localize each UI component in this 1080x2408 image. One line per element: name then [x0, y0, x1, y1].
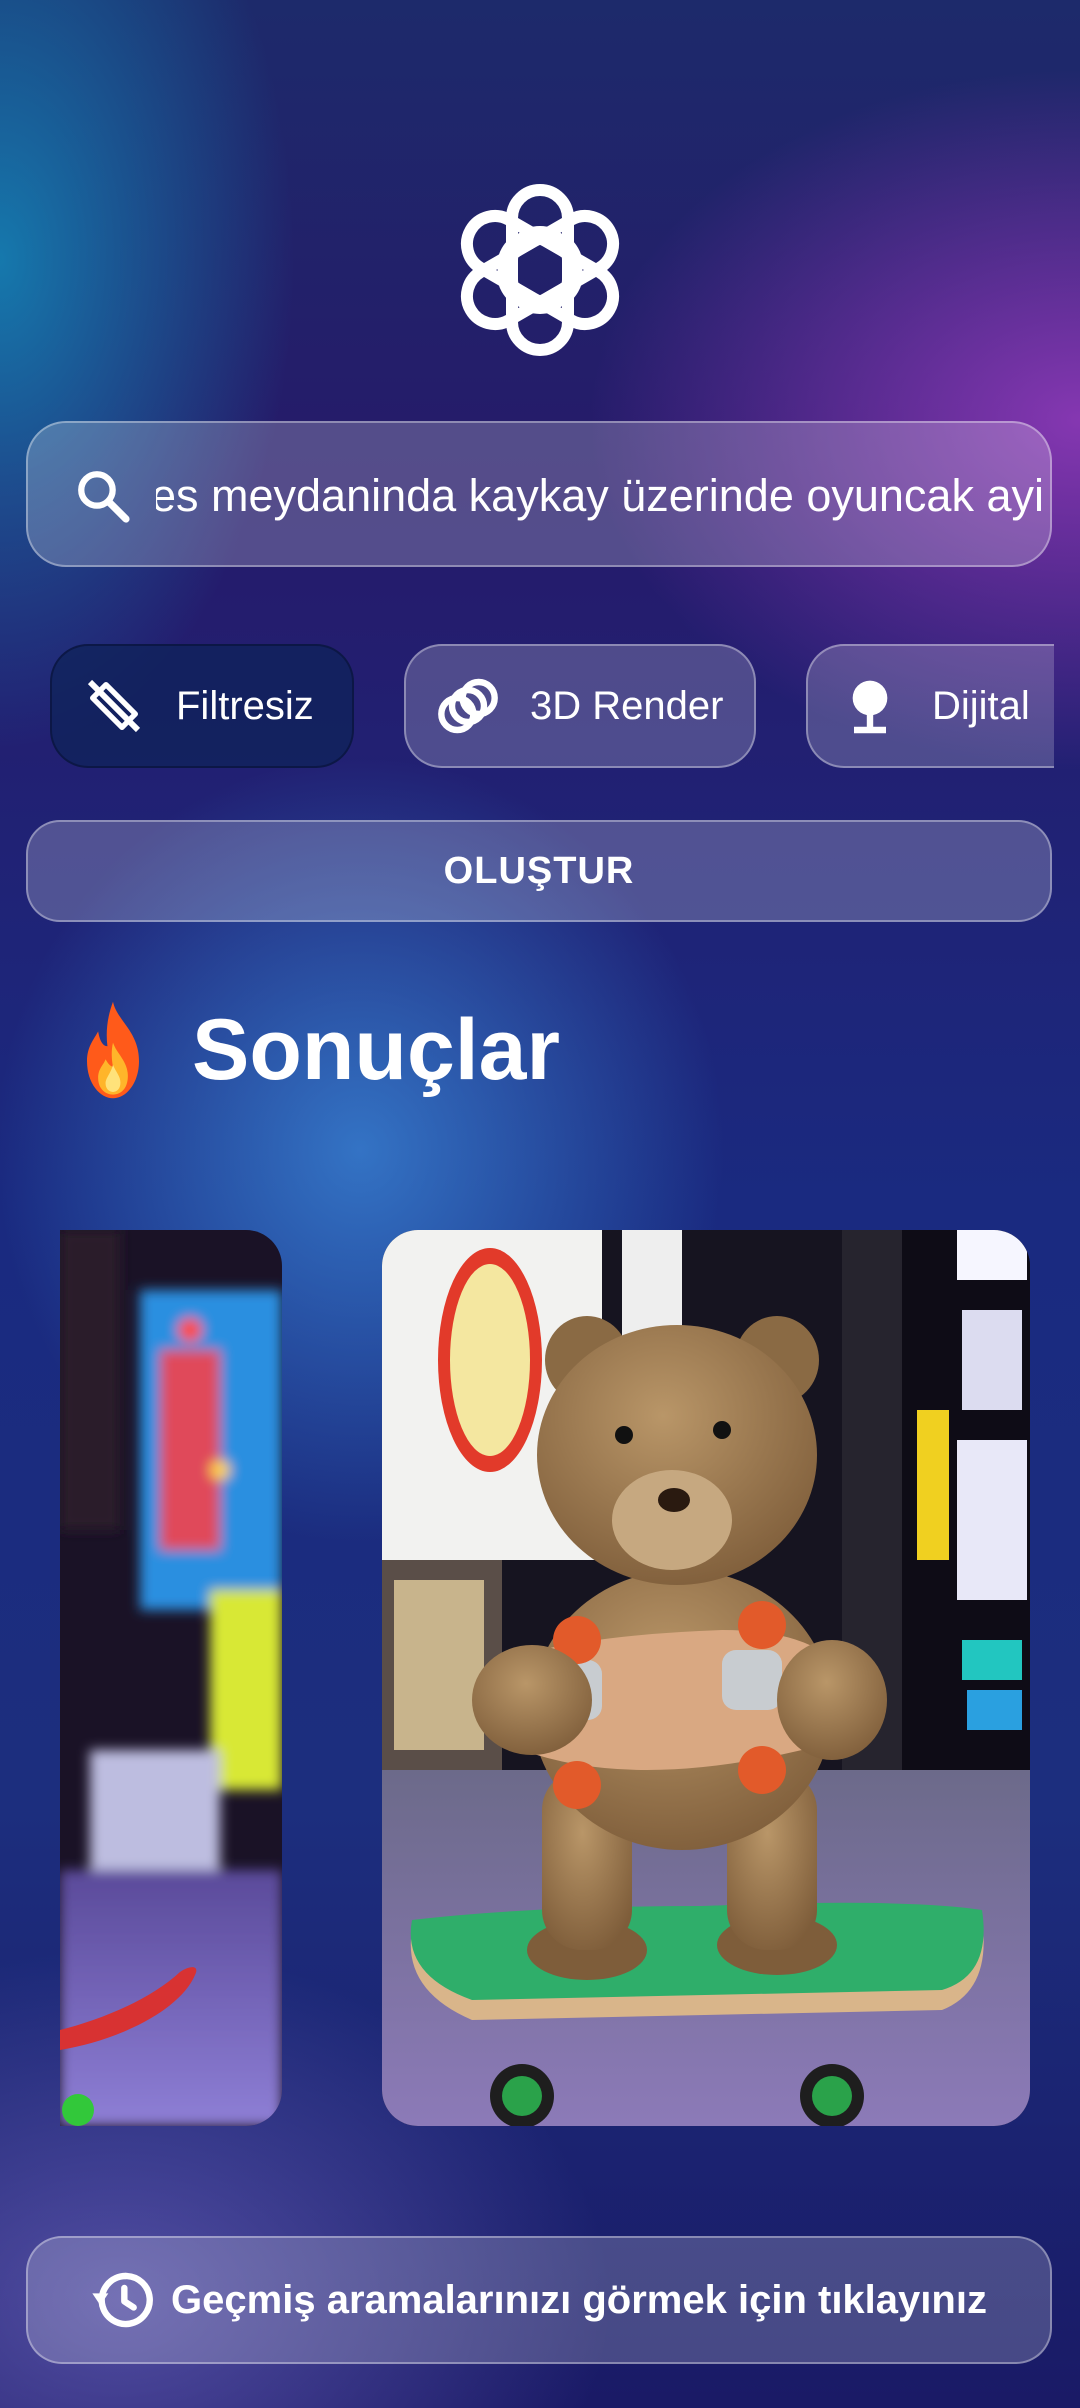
results-header: Sonuçlar — [68, 990, 560, 1110]
style-chip-3d-render[interactable]: 3D Render — [404, 644, 756, 768]
skateboard-city-image — [60, 1230, 282, 2126]
rings-icon — [438, 678, 498, 734]
style-chip-label: Dijital — [932, 683, 1030, 728]
result-image-card[interactable] — [382, 1230, 1030, 2126]
result-image-card-previous[interactable] — [60, 1230, 282, 2126]
style-chip-dijital[interactable]: Dijital — [806, 644, 1054, 768]
teddy-bear-skateboard-image — [382, 1230, 1030, 2126]
style-chip-label: Filtresiz — [176, 683, 314, 728]
prompt-search-bar[interactable]: Times meydaninda kaykay üzerinde oyuncak… — [26, 421, 1052, 567]
style-chip-filtresiz[interactable]: Filtresiz — [50, 644, 354, 768]
pin-icon — [852, 680, 888, 734]
create-button[interactable]: OLUŞTUR — [26, 820, 1052, 922]
app-logo — [460, 184, 620, 356]
style-chip-row: Filtresiz 3D Render Dijital — [50, 644, 1054, 772]
results-title: Sonuçlar — [192, 1001, 560, 1098]
fire-icon — [87, 1001, 139, 1099]
search-history-button[interactable]: Geçmiş aramalarınızı görmek için tıklayı… — [26, 2236, 1052, 2364]
history-icon — [92, 2272, 153, 2328]
search-history-label: Geçmiş aramalarınızı görmek için tıklayı… — [171, 2277, 987, 2322]
search-icon — [78, 471, 130, 523]
no-filter-icon — [87, 679, 141, 733]
style-chip-label: 3D Render — [530, 683, 724, 728]
prompt-input[interactable]: Times meydaninda kaykay üzerinde oyuncak… — [156, 423, 1044, 565]
